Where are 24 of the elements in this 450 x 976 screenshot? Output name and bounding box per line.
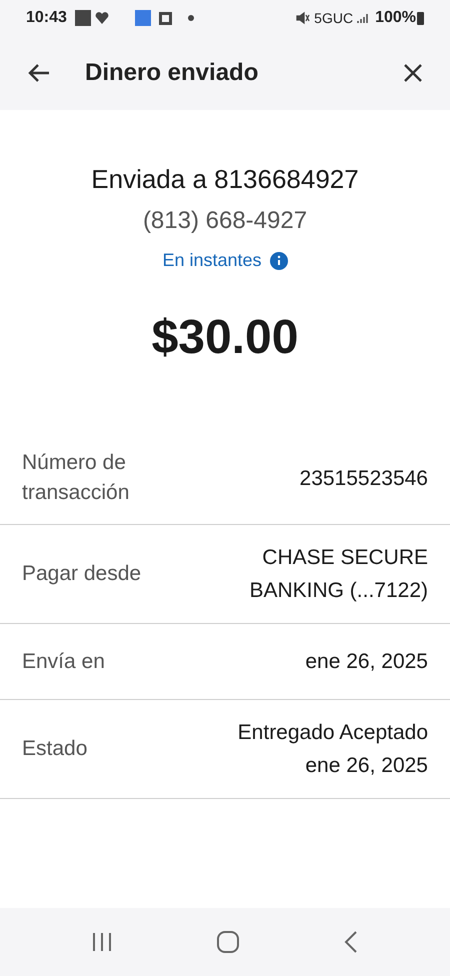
detail-value: CHASE SECURE BANKING (...7122)	[248, 545, 428, 604]
home-icon[interactable]	[216, 930, 240, 954]
network-label: 5GUC	[314, 8, 354, 28]
status-time: 10:43	[26, 8, 67, 28]
heart-icon	[94, 11, 109, 25]
detail-label: Pagar desde	[22, 561, 142, 587]
speed-label: En instantes	[162, 249, 262, 272]
recent-apps-icon[interactable]	[91, 932, 114, 952]
detail-value: 23515523546	[298, 466, 428, 492]
back-nav-icon[interactable]	[342, 930, 359, 954]
detail-value: Entregado Aceptado ene 26, 2025	[236, 720, 428, 779]
battery-icon	[417, 12, 424, 24]
amount: $30.00	[152, 310, 298, 366]
recipient-text: Enviada a 8136684927	[91, 163, 359, 196]
detail-label: Estado	[22, 736, 88, 762]
mute-icon	[296, 11, 310, 25]
detail-value: ene 26, 2025	[304, 649, 428, 675]
page-title: Dinero enviado	[85, 58, 260, 88]
detail-label: Envía en	[22, 648, 106, 674]
battery-level: 100%	[375, 8, 416, 28]
detail-label: Número de transacción	[22, 450, 130, 506]
phone-number: (813) 668-4927	[142, 206, 308, 236]
info-icon[interactable]	[270, 252, 288, 270]
close-button[interactable]	[402, 62, 424, 84]
